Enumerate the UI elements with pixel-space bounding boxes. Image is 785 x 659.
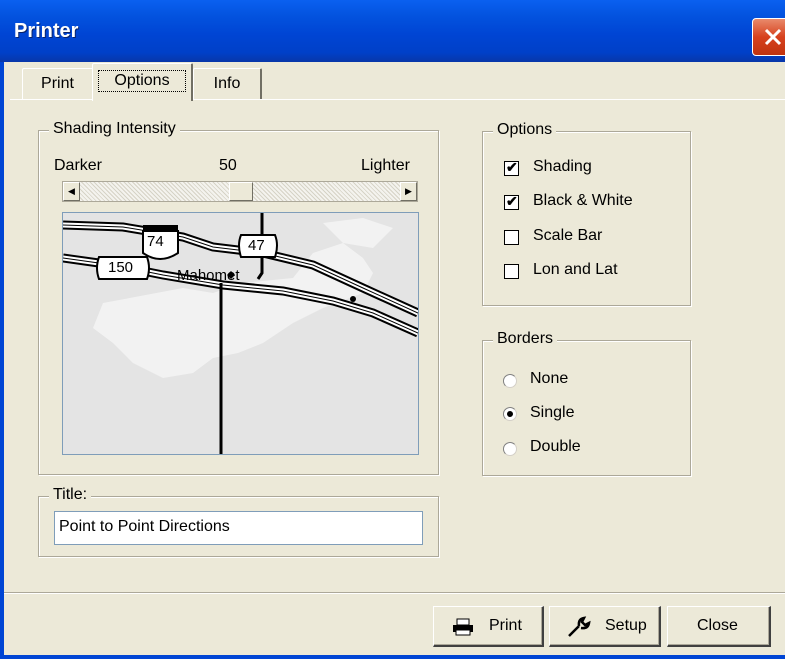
slider-right-arrow-icon[interactable]: ▶ <box>400 182 417 201</box>
border-single-radio[interactable] <box>503 407 517 421</box>
panel-separator-highlight <box>4 593 785 594</box>
route-47-label: 47 <box>248 237 265 254</box>
tab-info[interactable]: Info <box>193 68 262 99</box>
print-button[interactable]: Print <box>433 606 544 647</box>
title-group-label: Title: <box>49 486 92 504</box>
checkmark-icon: ✔ <box>506 159 518 175</box>
border-single-label: Single <box>530 404 575 421</box>
slider-thumb[interactable] <box>229 182 253 201</box>
close-button-label: Close <box>697 617 738 634</box>
border-none-radio[interactable] <box>503 374 517 388</box>
black-white-checkbox[interactable]: ✔ <box>504 193 519 210</box>
shading-checkbox[interactable]: ✔ <box>504 159 519 176</box>
border-double-label: Double <box>530 438 581 455</box>
tab-print-label: Print <box>41 75 74 92</box>
window-close-button[interactable] <box>752 18 785 56</box>
close-icon <box>764 28 782 46</box>
route-74-label: 74 <box>147 233 164 250</box>
black-white-checkbox-label: Black & White <box>533 192 633 209</box>
lighter-label: Lighter <box>361 157 410 174</box>
shading-slider[interactable]: ◀ ▶ <box>62 181 418 202</box>
options-group-label: Options <box>493 121 557 139</box>
darker-label: Darker <box>54 157 103 174</box>
setup-button[interactable]: Setup <box>549 606 661 647</box>
checkmark-icon: ✔ <box>506 193 518 209</box>
slider-left-arrow-icon[interactable]: ◀ <box>63 182 80 201</box>
shading-checkbox-label: Shading <box>533 158 592 175</box>
window-frame-left <box>0 62 4 659</box>
wrench-icon <box>568 616 591 637</box>
radio-selected-dot <box>507 411 513 417</box>
route-150-label: 150 <box>108 259 134 276</box>
scale-bar-checkbox-label: Scale Bar <box>533 227 603 244</box>
lon-lat-checkbox-label: Lon and Lat <box>533 261 618 278</box>
map-place-label: Mahomet <box>177 267 240 284</box>
printer-icon <box>453 618 473 636</box>
tab-info-label: Info <box>213 75 241 92</box>
shading-value: 50 <box>219 157 237 174</box>
title-input[interactable]: Point to Point Directions <box>54 511 423 545</box>
close-button[interactable]: Close <box>667 606 771 647</box>
lon-lat-checkbox[interactable] <box>504 264 519 279</box>
shading-intensity-label: Shading Intensity <box>49 120 180 138</box>
border-double-radio[interactable] <box>503 442 517 456</box>
map-preview: 74 47 150 Mahomet <box>62 212 419 455</box>
borders-group-label: Borders <box>493 330 558 348</box>
print-button-label: Print <box>489 617 522 634</box>
tab-options-label: Options <box>98 70 186 92</box>
setup-button-label: Setup <box>605 617 647 634</box>
border-none-label: None <box>530 370 569 387</box>
tab-print[interactable]: Print <box>22 68 94 99</box>
scale-bar-checkbox[interactable] <box>504 230 519 245</box>
window-frame-bottom <box>0 655 785 659</box>
window-title: Printer <box>14 20 79 42</box>
title-bar[interactable]: Printer <box>0 0 785 62</box>
tab-options[interactable]: Options <box>92 63 193 101</box>
map-graphic <box>63 213 418 454</box>
